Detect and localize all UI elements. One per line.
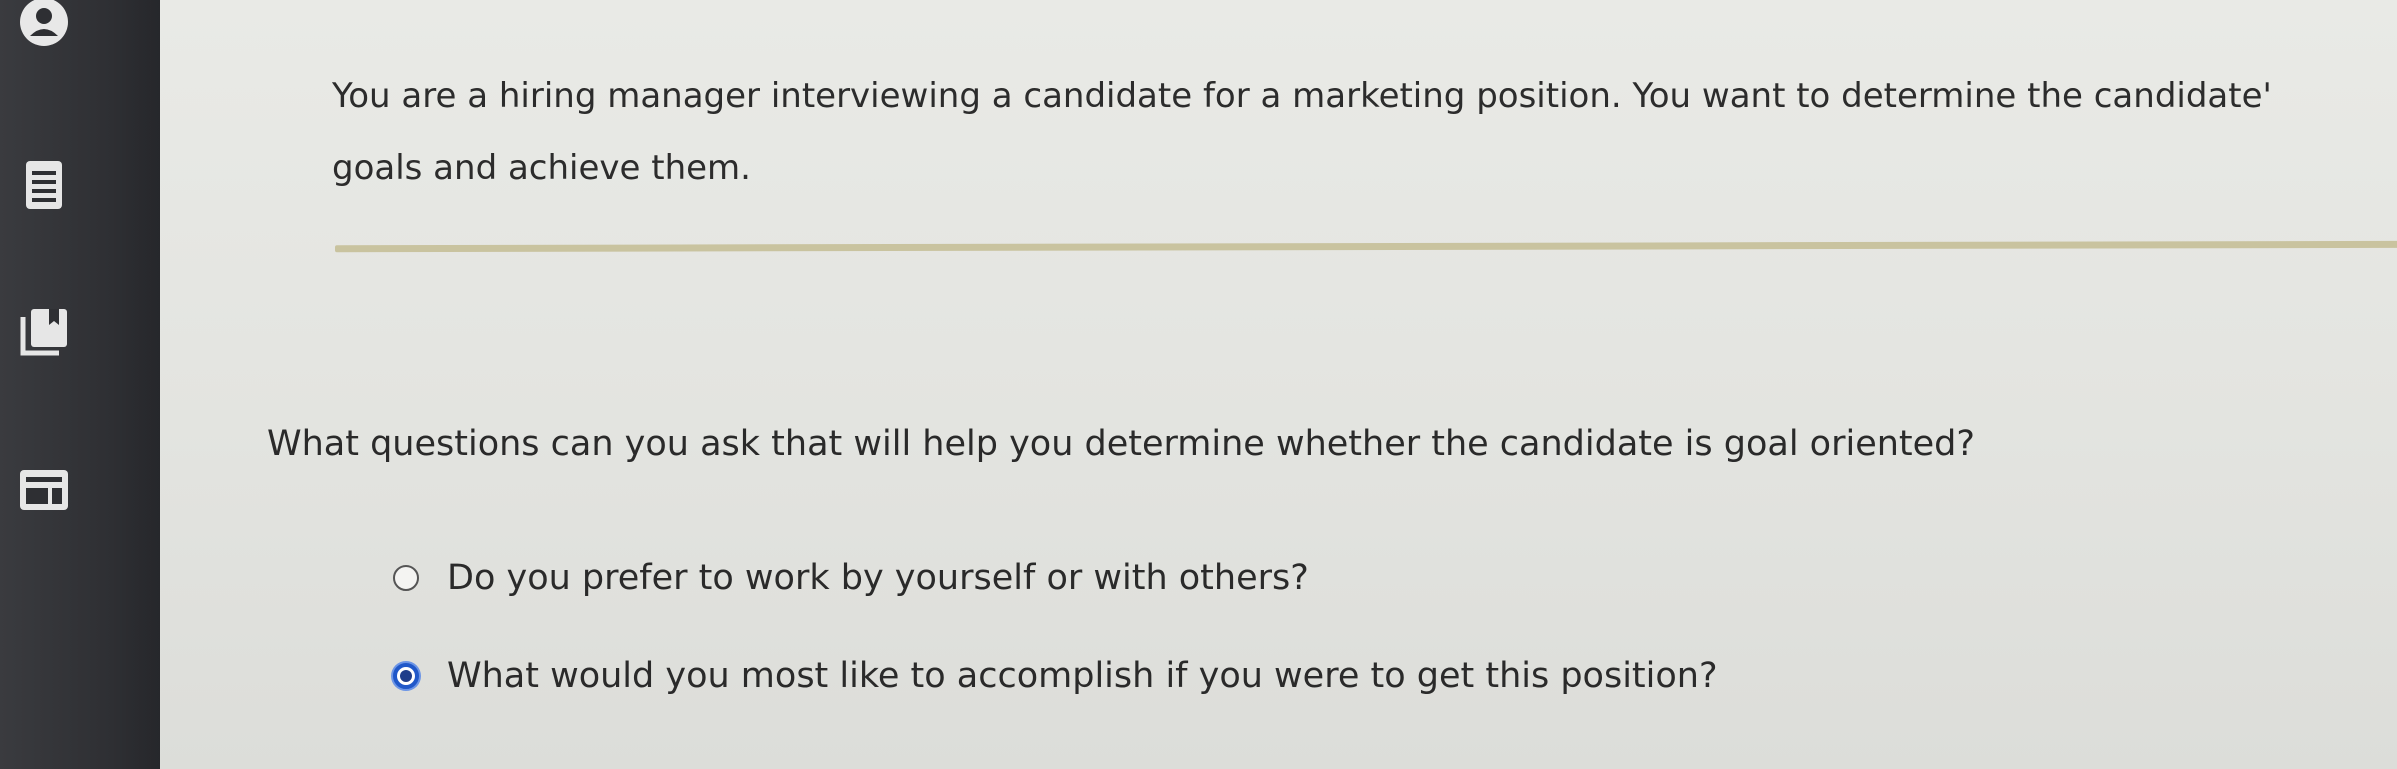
document-list-icon[interactable] bbox=[14, 155, 74, 215]
screen: You are a hiring manager interviewing a … bbox=[0, 0, 2397, 769]
answer-option-2[interactable]: What would you most like to accomplish i… bbox=[393, 656, 1718, 696]
bookmark-book-icon[interactable] bbox=[14, 302, 74, 362]
section-divider bbox=[334, 240, 2397, 253]
radio-dot bbox=[400, 670, 412, 682]
question-prompt: What questions can you ask that will hel… bbox=[267, 424, 1975, 464]
main-content: You are a hiring manager interviewing a … bbox=[160, 0, 2397, 769]
radio-button-unselected[interactable] bbox=[393, 565, 419, 591]
answer-option-1[interactable]: Do you prefer to work by yourself or wit… bbox=[393, 558, 1309, 598]
scenario-line-2: goals and achieve them. bbox=[332, 148, 751, 188]
answer-option-1-label: Do you prefer to work by yourself or wit… bbox=[447, 558, 1309, 598]
answer-option-2-label: What would you most like to accomplish i… bbox=[447, 656, 1718, 696]
scenario-line-1: You are a hiring manager interviewing a … bbox=[332, 76, 2272, 116]
radio-button-selected[interactable] bbox=[393, 663, 419, 689]
account-icon[interactable] bbox=[14, 0, 74, 52]
scenario-text: You are a hiring manager interviewing a … bbox=[332, 60, 2397, 204]
left-sidebar bbox=[0, 0, 160, 769]
layout-panel-icon[interactable] bbox=[14, 460, 74, 520]
